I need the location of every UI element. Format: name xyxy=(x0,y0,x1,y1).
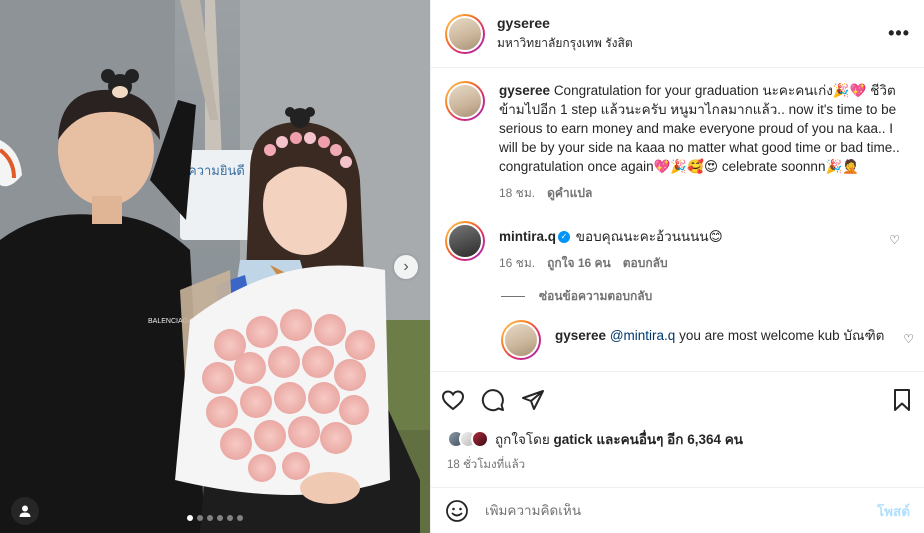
post-details-panel: gyseree มหาวิทยาลัยกรุงเทพ รังสิต ••• gy… xyxy=(430,0,924,533)
likes-suffix[interactable]: คน xyxy=(725,432,743,447)
liker-username[interactable]: gatick xyxy=(554,432,593,447)
hide-replies-label: ซ่อนข้อความตอบกลับ xyxy=(539,289,653,303)
comment-bubble-icon xyxy=(481,388,504,411)
author-avatar[interactable] xyxy=(445,13,485,54)
chevron-right-icon: › xyxy=(403,258,409,275)
commenter-avatar[interactable] xyxy=(445,221,485,261)
smiley-icon xyxy=(446,499,468,522)
caption-text: Congratulation for your graduation นะคะค… xyxy=(499,83,900,174)
likes-count[interactable]: 6,364 xyxy=(687,432,721,447)
verified-badge-icon: ✓ xyxy=(558,231,571,244)
reply-text: you are most welcome kub บัณฑิต xyxy=(679,328,885,343)
post-photo[interactable]: ความยินดี BALENCIAGA › xyxy=(0,0,430,533)
comment-input[interactable] xyxy=(485,503,877,518)
carousel-dot xyxy=(227,515,233,521)
see-translation-button[interactable]: ดูคำแปล xyxy=(547,184,592,203)
post-header: gyseree มหาวิทยาลัยกรุงเทพ รังสิต ••• xyxy=(431,0,924,68)
reply-button[interactable]: ตอบกลับ xyxy=(623,254,668,273)
carousel-dot xyxy=(197,515,203,521)
caption: gyseree Congratulation for your graduati… xyxy=(445,81,910,203)
comment-item: mintira.q ✓ ขอบคุณนะคะอ้วนนนน😊 16 ชม. ถูก… xyxy=(445,221,910,273)
post-comment-button[interactable]: โพสต์ xyxy=(877,500,910,522)
comment-text: ขอบคุณนะคะอ้วนนนน😊 xyxy=(575,229,723,244)
save-button[interactable] xyxy=(890,388,914,412)
replies-divider xyxy=(501,296,525,297)
location-link[interactable]: มหาวิทยาลัยกรุงเทพ รังสิต xyxy=(497,34,888,53)
comment-button[interactable] xyxy=(481,388,505,412)
sign-text: ความยินดี xyxy=(188,163,245,178)
caption-time[interactable]: 18 ชม. xyxy=(499,184,535,203)
share-button[interactable] xyxy=(521,388,545,412)
caption-username[interactable]: gyseree xyxy=(499,83,550,98)
commenter-username[interactable]: mintira.q xyxy=(499,229,556,244)
caption-avatar[interactable] xyxy=(445,81,485,121)
comments-section[interactable]: gyseree Congratulation for your graduati… xyxy=(431,69,924,371)
like-comment-heart-icon[interactable]: ♡ xyxy=(889,233,900,247)
likes-summary: ถูกใจโดย gatick และคนอื่นๆ อีก 6,364 คน xyxy=(447,428,910,450)
paper-plane-icon xyxy=(522,389,544,410)
carousel-dot xyxy=(207,515,213,521)
next-photo-button[interactable]: › xyxy=(394,255,418,279)
liker-avatars[interactable] xyxy=(447,430,489,448)
reply-mention-link[interactable]: @mintira.q xyxy=(610,328,675,343)
emoji-button[interactable] xyxy=(445,499,469,523)
post-timestamp[interactable]: 18 ชั่วโมงที่แล้ว xyxy=(447,456,525,474)
carousel-dot xyxy=(187,515,193,521)
reply-item: gyseree @mintira.q you are most welcome … xyxy=(501,320,914,360)
like-reply-heart-icon[interactable]: ♡ xyxy=(903,332,914,346)
like-button[interactable] xyxy=(441,388,465,412)
bookmark-icon xyxy=(894,388,910,411)
post-actions-bar xyxy=(431,371,924,427)
carousel-indicator xyxy=(0,515,430,521)
comment-time[interactable]: 16 ชม. xyxy=(499,254,535,273)
likes-prefix: ถูกใจโดย xyxy=(495,432,550,447)
graduation-photo: ความยินดี BALENCIAGA xyxy=(0,0,430,533)
instagram-post-modal: ความยินดี BALENCIAGA › gyseree มหาวิทยาล… xyxy=(0,0,924,533)
liker-avatar xyxy=(471,430,489,448)
likes-others[interactable]: และคนอื่นๆ อีก xyxy=(596,432,683,447)
carousel-dot xyxy=(217,515,223,521)
reply-username[interactable]: gyseree xyxy=(555,328,606,343)
comment-likes[interactable]: ถูกใจ 16 คน xyxy=(547,254,611,273)
author-username[interactable]: gyseree xyxy=(497,15,888,31)
reply-avatar[interactable] xyxy=(501,320,541,360)
more-options-button[interactable]: ••• xyxy=(888,23,910,44)
add-comment-bar: โพสต์ xyxy=(431,487,924,533)
carousel-dot xyxy=(237,515,243,521)
heart-icon xyxy=(441,389,465,410)
hide-replies-button[interactable]: ซ่อนข้อความตอบกลับ xyxy=(501,287,910,306)
